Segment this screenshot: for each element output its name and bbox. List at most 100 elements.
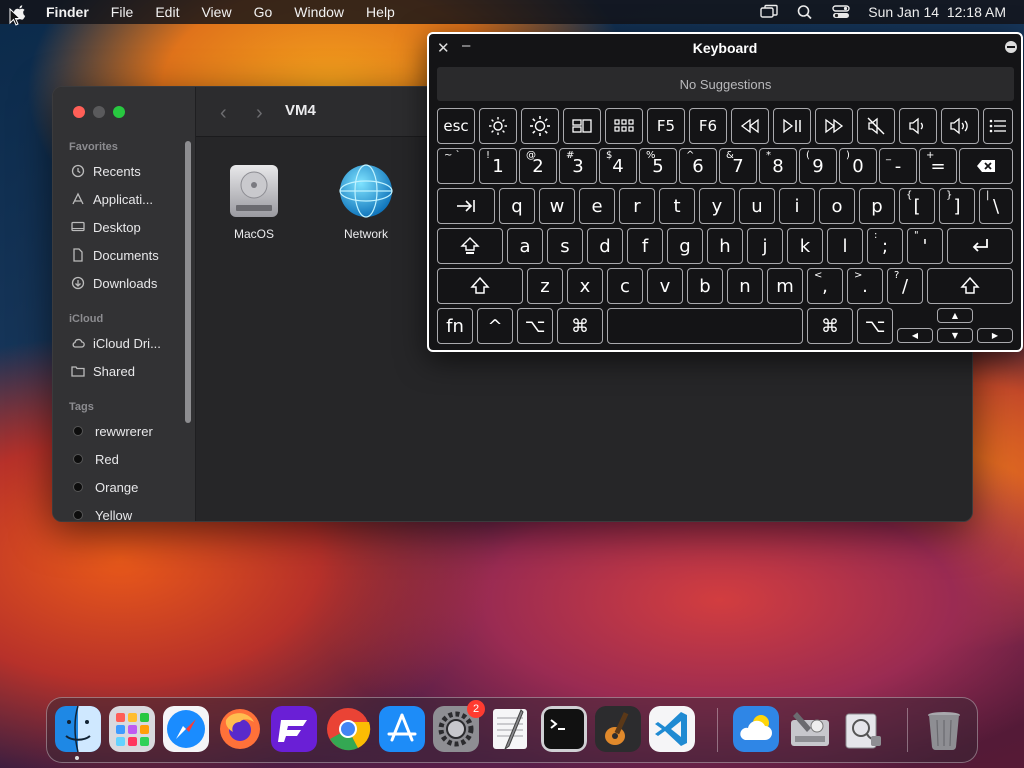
key-1[interactable]: ! 1 [479, 148, 517, 184]
key-slash[interactable]: ? / [887, 268, 923, 304]
trash-icon[interactable] [921, 706, 967, 752]
key-n[interactable]: n [727, 268, 763, 304]
safari-icon[interactable] [163, 706, 209, 752]
key-quote[interactable]: " ' [907, 228, 943, 264]
key-right-bracket[interactable]: }] [939, 188, 975, 224]
sidebar-item-documents[interactable]: Documents [71, 244, 191, 266]
finder-icon[interactable] [55, 706, 101, 752]
key-d[interactable]: d [587, 228, 623, 264]
menu-help[interactable]: Help [366, 4, 395, 20]
key-volume-up[interactable] [941, 108, 979, 144]
key-period[interactable]: >. [847, 268, 883, 304]
back-chevron-icon[interactable]: ‹ [220, 102, 227, 125]
sidebar-tag-yellow[interactable]: Yellow [71, 504, 191, 521]
menu-view[interactable]: View [201, 4, 231, 20]
key-option-left[interactable]: ⌥ [517, 308, 553, 344]
key-8[interactable]: * 8 [759, 148, 797, 184]
key-command-left[interactable]: ⌘ [557, 308, 603, 344]
sidebar-tag-orange[interactable]: Orange [71, 476, 191, 498]
key-5[interactable]: % 5 [639, 148, 677, 184]
key-l[interactable]: l [827, 228, 863, 264]
menu-edit[interactable]: Edit [155, 4, 179, 20]
chrome-icon[interactable] [325, 706, 371, 752]
key-arrow-left[interactable]: ◀ [897, 328, 933, 343]
key-launchpad[interactable] [605, 108, 643, 144]
menubar-clock[interactable]: Sun Jan 14 12:18 AM [868, 4, 1006, 20]
key-semicolon[interactable]: :; [867, 228, 903, 264]
menu-go[interactable]: Go [254, 4, 273, 20]
key-fast-forward[interactable] [815, 108, 853, 144]
key-h[interactable]: h [707, 228, 743, 264]
key-t[interactable]: t [659, 188, 695, 224]
key-esc[interactable]: esc [437, 108, 475, 144]
key-v[interactable]: v [647, 268, 683, 304]
key-2[interactable]: @2 [519, 148, 557, 184]
key-q[interactable]: q [499, 188, 535, 224]
forward-chevron-icon[interactable]: › [256, 102, 263, 125]
key-delete[interactable] [959, 148, 1013, 184]
sidebar-scrollbar[interactable] [185, 141, 191, 423]
key-j[interactable]: j [747, 228, 783, 264]
key-shift-right[interactable] [927, 268, 1013, 304]
key-z[interactable]: z [527, 268, 563, 304]
key-mute[interactable] [857, 108, 895, 144]
control-center-icon[interactable] [832, 4, 850, 20]
file-item-network[interactable]: Network [321, 161, 411, 241]
key-list[interactable] [983, 108, 1013, 144]
key-3[interactable]: #3 [559, 148, 597, 184]
key-fn[interactable]: fn [437, 308, 473, 344]
key-option-right[interactable]: ⌥ [857, 308, 893, 344]
key-r[interactable]: r [619, 188, 655, 224]
vscode-icon[interactable] [649, 706, 695, 752]
key-4[interactable]: $4 [599, 148, 637, 184]
key-w[interactable]: w [539, 188, 575, 224]
file-item-macos[interactable]: MacOS [209, 161, 299, 241]
textedit-icon[interactable] [487, 706, 533, 752]
fenix-app-icon[interactable] [271, 706, 317, 752]
sidebar-item-downloads[interactable]: Downloads [71, 272, 191, 294]
key-f6[interactable]: F6 [689, 108, 727, 144]
key-9[interactable]: (9 [799, 148, 837, 184]
key-i[interactable]: i [779, 188, 815, 224]
key-b[interactable]: b [687, 268, 723, 304]
key-a[interactable]: a [507, 228, 543, 264]
options-icon[interactable] [1005, 41, 1017, 53]
key-u[interactable]: u [739, 188, 775, 224]
key-control[interactable]: ^ [477, 308, 513, 344]
system-settings-icon[interactable]: 2 [433, 700, 485, 752]
sidebar-tag-red[interactable]: Red [71, 448, 191, 470]
key-arrow-down[interactable]: ▼ [937, 328, 973, 343]
key-shift-left[interactable] [437, 268, 523, 304]
zoom-window-button[interactable] [113, 106, 125, 118]
key-c[interactable]: c [607, 268, 643, 304]
key-e[interactable]: e [579, 188, 615, 224]
app-store-icon[interactable] [379, 706, 425, 752]
key-m[interactable]: m [767, 268, 803, 304]
menu-finder[interactable]: Finder [46, 4, 89, 20]
key-g[interactable]: g [667, 228, 703, 264]
garageband-icon[interactable] [595, 706, 641, 752]
close-window-button[interactable] [73, 106, 85, 118]
sidebar-tag-rewwrerer[interactable]: rewwrerer [71, 420, 191, 442]
disk-utility-icon[interactable] [787, 706, 833, 752]
sidebar-item-recents[interactable]: Recents [71, 160, 191, 182]
key-y[interactable]: y [699, 188, 735, 224]
key-arrow-right[interactable]: ▶ [977, 328, 1013, 343]
key-minus[interactable]: _ - [879, 148, 917, 184]
firefox-icon[interactable] [217, 706, 263, 752]
key-equals[interactable]: + = [919, 148, 957, 184]
key-rewind[interactable] [731, 108, 769, 144]
key-space[interactable] [607, 308, 803, 344]
key-k[interactable]: k [787, 228, 823, 264]
key-comma[interactable]: <, [807, 268, 843, 304]
system-information-icon[interactable] [841, 706, 887, 752]
minimize-window-button[interactable] [93, 106, 105, 118]
key-o[interactable]: o [819, 188, 855, 224]
menu-window[interactable]: Window [294, 4, 344, 20]
key-volume-down[interactable] [899, 108, 937, 144]
key-x[interactable]: x [567, 268, 603, 304]
weather-icon[interactable] [733, 706, 779, 752]
spotlight-search-icon[interactable] [796, 4, 814, 20]
sidebar-item-desktop[interactable]: Desktop [71, 216, 191, 238]
key-arrow-up[interactable]: ▲ [937, 308, 973, 323]
